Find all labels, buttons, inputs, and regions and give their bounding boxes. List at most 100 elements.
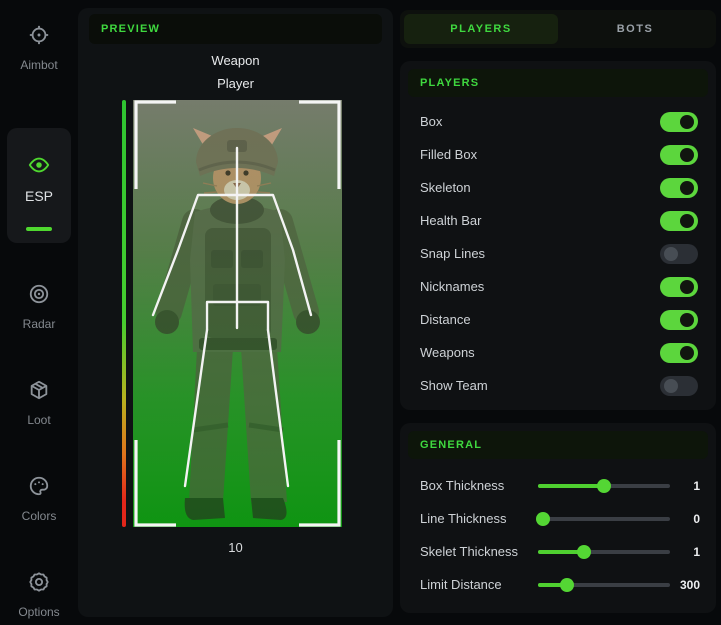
skeleton-toggle[interactable] <box>660 178 698 198</box>
tab-players[interactable]: PLAYERS <box>404 14 558 44</box>
toggle-row-health-bar: Health Bar <box>420 204 698 237</box>
settings-column: PLAYERS BOTS PLAYERS Box Filled Box Skelet… <box>400 10 716 613</box>
slider-row-box-thickness: Box Thickness 1 <box>420 469 700 502</box>
toggle-label-weapons: Weapons <box>420 345 475 360</box>
skelet-thickness-slider[interactable] <box>538 545 670 559</box>
toggle-row-show-team: Show Team <box>420 369 698 402</box>
general-section-title: GENERAL <box>420 439 482 451</box>
toggle-label-snap-lines: Snap Lines <box>420 246 485 261</box>
toggle-row-weapons: Weapons <box>420 336 698 369</box>
show-team-toggle[interactable] <box>660 376 698 396</box>
toggle-knob <box>680 346 694 360</box>
slider-row-line-thickness: Line Thickness 0 <box>420 502 700 535</box>
players-card: PLAYERS Box Filled Box Skeleton Health Bar S… <box>400 61 716 410</box>
sidebar-item-label: Options <box>18 605 59 619</box>
slider-fill <box>538 484 604 488</box>
gear-icon <box>28 571 50 598</box>
toggle-label-health-bar: Health Bar <box>420 213 481 228</box>
toggle-knob <box>680 148 694 162</box>
sidebar-item-loot[interactable]: Loot <box>7 379 71 427</box>
general-card: GENERAL Box Thickness 1 Line Thickness 0 Ske… <box>400 423 716 613</box>
sidebar-item-label: Colors <box>22 509 57 523</box>
distance-toggle[interactable] <box>660 310 698 330</box>
toggle-knob <box>664 247 678 261</box>
slider-label-line-thickness: Line Thickness <box>420 511 538 526</box>
sidebar-item-esp[interactable]: ESP <box>7 128 71 243</box>
tab-bots[interactable]: BOTS <box>558 14 712 44</box>
toggle-row-box: Box <box>420 105 698 138</box>
sidebar-item-label: ESP <box>25 188 53 204</box>
sidebar: Aimbot ESP Radar Loot Colors Options <box>0 0 78 625</box>
toggle-row-snap-lines: Snap Lines <box>420 237 698 270</box>
slider-knob[interactable] <box>560 578 574 592</box>
sidebar-item-colors[interactable]: Colors <box>7 475 71 523</box>
esp-weapon-label: Weapon <box>78 53 393 68</box>
toggle-row-distance: Distance <box>420 303 698 336</box>
box-thickness-slider[interactable] <box>538 479 670 493</box>
preview-panel: PREVIEW Weapon Player <box>78 8 393 617</box>
sidebar-item-label: Loot <box>27 413 50 427</box>
toggle-label-nicknames: Nicknames <box>420 279 484 294</box>
sidebar-item-label: Radar <box>23 317 56 331</box>
toggle-list: Box Filled Box Skeleton Health Bar Snap Line… <box>400 97 716 404</box>
slider-label-skelet-thickness: Skelet Thickness <box>420 544 538 559</box>
slider-knob[interactable] <box>597 479 611 493</box>
esp-distance-label: 10 <box>78 540 393 555</box>
toggle-knob <box>680 280 694 294</box>
slider-list: Box Thickness 1 Line Thickness 0 Skelet Thic… <box>400 459 716 607</box>
tab-bots-label: BOTS <box>617 23 654 35</box>
general-section-header: GENERAL <box>408 431 708 459</box>
toggle-label-distance: Distance <box>420 312 471 327</box>
preview-section-title: PREVIEW <box>101 23 160 35</box>
toggle-label-box: Box <box>420 114 442 129</box>
slider-row-skelet-thickness: Skelet Thickness 1 <box>420 535 700 568</box>
slider-label-limit-distance: Limit Distance <box>420 577 538 592</box>
toggle-label-show-team: Show Team <box>420 378 488 393</box>
preview-section-header: PREVIEW <box>89 14 382 44</box>
line-thickness-slider[interactable] <box>538 512 670 526</box>
snap-lines-toggle[interactable] <box>660 244 698 264</box>
toggle-knob <box>680 115 694 129</box>
sidebar-item-radar[interactable]: Radar <box>7 283 71 331</box>
tab-players-label: PLAYERS <box>450 23 511 35</box>
sidebar-item-aimbot[interactable]: Aimbot <box>7 24 71 72</box>
toggle-row-skeleton: Skeleton <box>420 171 698 204</box>
sidebar-item-options[interactable]: Options <box>7 571 71 619</box>
slider-value-skelet-thickness: 1 <box>670 545 700 559</box>
slider-value-line-thickness: 0 <box>670 512 700 526</box>
target-tab-bar: PLAYERS BOTS <box>400 10 716 48</box>
slider-value-box-thickness: 1 <box>670 479 700 493</box>
toggle-row-nicknames: Nicknames <box>420 270 698 303</box>
active-tab-underline <box>26 227 52 231</box>
slider-knob[interactable] <box>536 512 550 526</box>
slider-knob[interactable] <box>577 545 591 559</box>
eye-icon <box>28 154 50 181</box>
player-preview-image <box>133 100 342 527</box>
toggle-knob <box>680 214 694 228</box>
esp-player-label: Player <box>78 76 393 91</box>
crosshair-icon <box>28 24 50 51</box>
slider-label-box-thickness: Box Thickness <box>420 478 538 493</box>
palette-icon <box>28 475 50 502</box>
toggle-knob <box>664 379 678 393</box>
box-toggle[interactable] <box>660 112 698 132</box>
sidebar-item-label: Aimbot <box>20 58 57 72</box>
toggle-row-filled-box: Filled Box <box>420 138 698 171</box>
players-section-title: PLAYERS <box>420 77 479 89</box>
weapons-toggle[interactable] <box>660 343 698 363</box>
esp-health-bar <box>122 100 126 527</box>
toggle-label-filled-box: Filled Box <box>420 147 477 162</box>
nicknames-toggle[interactable] <box>660 277 698 297</box>
slider-track <box>538 517 670 521</box>
limit-distance-slider[interactable] <box>538 578 670 592</box>
radar-icon <box>28 283 50 310</box>
toggle-label-skeleton: Skeleton <box>420 180 471 195</box>
toggle-knob <box>680 181 694 195</box>
cube-icon <box>28 379 50 406</box>
filled-box-toggle[interactable] <box>660 145 698 165</box>
slider-value-limit-distance: 300 <box>670 578 700 592</box>
health-bar-toggle[interactable] <box>660 211 698 231</box>
toggle-knob <box>680 313 694 327</box>
players-section-header: PLAYERS <box>408 69 708 97</box>
slider-row-limit-distance: Limit Distance 300 <box>420 568 700 601</box>
